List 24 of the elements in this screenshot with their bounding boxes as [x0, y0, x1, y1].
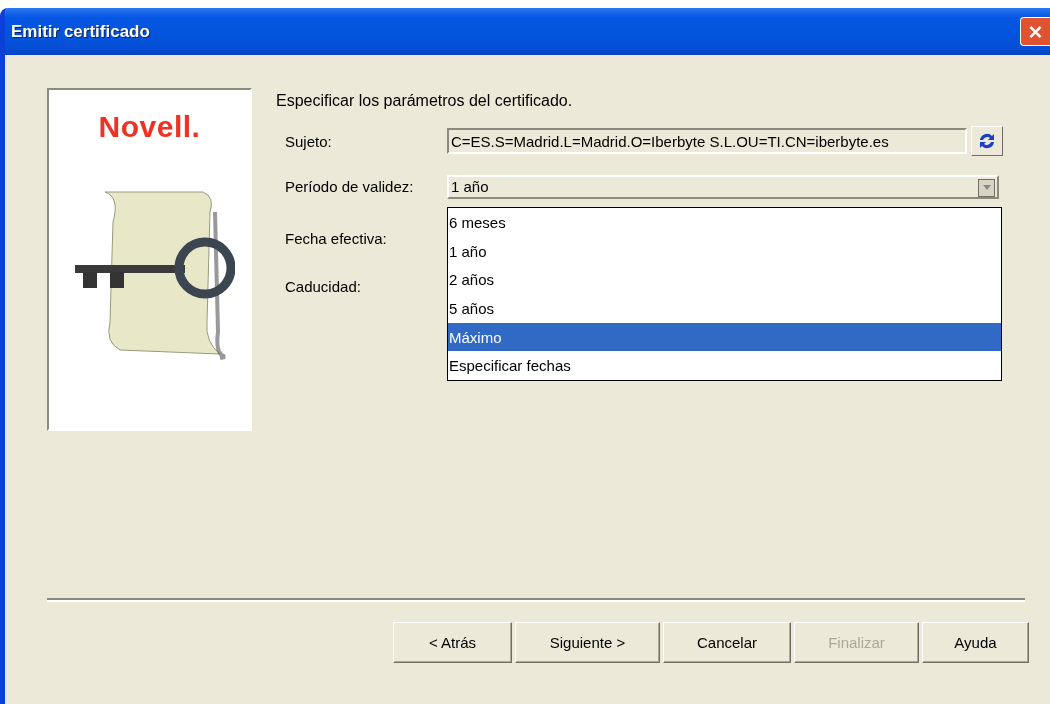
- wizard-button[interactable]: Ayuda: [922, 622, 1029, 663]
- dropdown-option[interactable]: Máximo: [448, 322, 1001, 352]
- close-button[interactable]: [1020, 17, 1050, 46]
- validity-dropdown[interactable]: 1 año: [447, 174, 999, 199]
- wizard-button[interactable]: Siguiente >: [515, 622, 660, 663]
- dropdown-option[interactable]: 2 años: [448, 265, 1001, 295]
- field-label: Período de validez:: [285, 178, 415, 195]
- wizard-button[interactable]: < Atrás: [393, 622, 512, 663]
- refresh-button[interactable]: [971, 126, 1003, 156]
- logo: Novell.: [98, 110, 201, 144]
- field-label: Fecha efectiva:: [285, 229, 388, 247]
- dropdown-option[interactable]: 1 año: [448, 236, 1001, 266]
- wizard-button[interactable]: Cancelar: [663, 622, 791, 663]
- dropdown-option[interactable]: 6 meses: [448, 208, 1001, 237]
- field-label: Sujeto:: [285, 132, 333, 150]
- refresh-icon: [977, 131, 997, 151]
- instruction-text: Especificar los parámetros del certificado.: [276, 92, 574, 110]
- dropdown-arrow-button[interactable]: [978, 178, 995, 197]
- field-label: Caducidad:: [285, 278, 362, 295]
- subject-field[interactable]: C=ES.S=Madrid.L=Madrid.O=Iberbyte S.L.OU=TI.CN=iberbyte.es: [447, 128, 967, 154]
- window-title: Emitir certificado: [11, 21, 150, 42]
- dropdown-option[interactable]: 5 años: [448, 294, 1001, 323]
- caret-icon: [982, 185, 991, 190]
- dropdown-option[interactable]: Especificar fechas: [448, 351, 1001, 381]
